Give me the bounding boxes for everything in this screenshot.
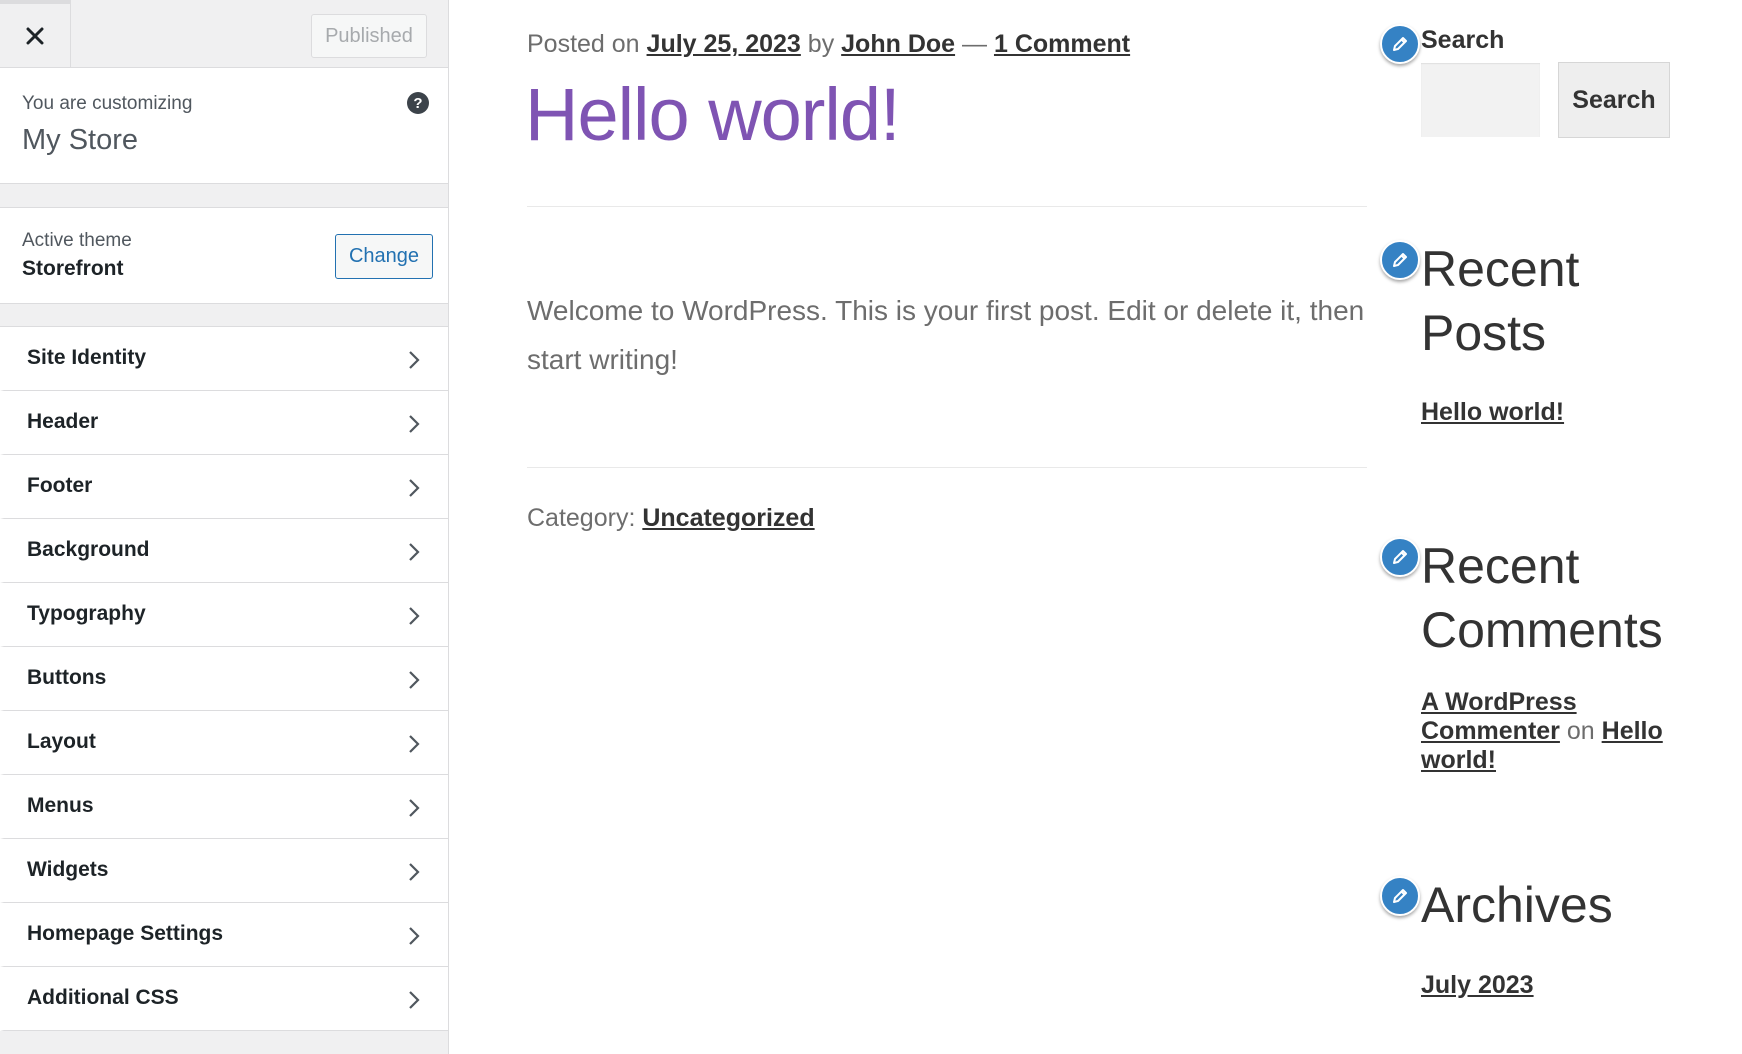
category-link[interactable]: Uncategorized	[642, 504, 814, 532]
menu-item-additional-css[interactable]: Additional CSS	[0, 967, 448, 1031]
close-customizer-button[interactable]	[0, 0, 71, 67]
chevron-right-icon	[409, 863, 420, 881]
menu-item-widgets[interactable]: Widgets	[0, 839, 448, 903]
menu-item-label: Additional CSS	[27, 986, 179, 1009]
comments-link[interactable]: 1 Comment	[994, 30, 1130, 58]
edit-archives-widget-shortcut[interactable]	[1380, 876, 1420, 916]
edit-search-widget-shortcut[interactable]	[1380, 24, 1420, 64]
category-label: Category:	[527, 504, 636, 532]
pencil-icon	[1393, 550, 1407, 564]
menu-item-layout[interactable]: Layout	[0, 711, 448, 775]
post-category: Category: Uncategorized	[527, 504, 815, 533]
recent-comment-item: A WordPress Commenter on Hello world!	[1421, 688, 1671, 775]
chevron-right-icon	[409, 351, 420, 369]
post-divider	[527, 467, 1367, 468]
post-meta: Posted on July 25, 2023 by John Doe — 1 …	[527, 30, 1130, 59]
help-icon[interactable]: ?	[407, 92, 429, 114]
active-theme-label: Active theme	[22, 230, 132, 251]
comment-author-link[interactable]: A WordPress Commenter	[1421, 688, 1577, 745]
posted-on-prefix: Posted on	[527, 30, 640, 58]
store-name: My Store	[22, 124, 139, 156]
customizer-menu: Site Identity Header Footer Background T…	[0, 326, 448, 1031]
menu-item-label: Widgets	[27, 858, 109, 881]
customizer-info: You are customizing My Store ?	[0, 68, 448, 184]
chevron-right-icon	[409, 607, 420, 625]
chevron-right-icon	[409, 991, 420, 1009]
pencil-icon	[1393, 37, 1407, 51]
archives-title: Archives	[1421, 877, 1613, 933]
menu-item-label: Background	[27, 538, 150, 561]
by-text: by	[807, 30, 835, 58]
menu-item-label: Menus	[27, 794, 94, 817]
published-button[interactable]: Published	[311, 14, 427, 58]
edit-recent-posts-widget-shortcut[interactable]	[1380, 240, 1420, 280]
menu-item-label: Layout	[27, 730, 96, 753]
site-preview: Posted on July 25, 2023 by John Doe — 1 …	[449, 0, 1742, 1054]
customizing-label: You are customizing	[22, 93, 193, 114]
menu-item-label: Header	[27, 410, 99, 433]
active-theme-section: Active theme Storefront Change	[0, 207, 448, 304]
chevron-right-icon	[409, 543, 420, 561]
meta-separator: —	[962, 30, 988, 58]
theme-name: Storefront	[22, 257, 124, 280]
search-widget-title: Search	[1421, 26, 1505, 54]
chevron-right-icon	[409, 671, 420, 689]
pencil-icon	[1393, 889, 1407, 903]
menu-item-site-identity[interactable]: Site Identity	[0, 327, 448, 391]
post-author-link[interactable]: John Doe	[841, 30, 955, 58]
menu-item-background[interactable]: Background	[0, 519, 448, 583]
menu-item-label: Typography	[27, 602, 146, 625]
menu-item-label: Footer	[27, 474, 93, 497]
menu-item-footer[interactable]: Footer	[0, 455, 448, 519]
chevron-right-icon	[409, 799, 420, 817]
close-icon	[26, 27, 44, 44]
chevron-right-icon	[409, 735, 420, 753]
menu-item-header[interactable]: Header	[0, 391, 448, 455]
menu-item-label: Homepage Settings	[27, 922, 224, 945]
comment-on-text: on	[1566, 717, 1595, 745]
menu-item-label: Buttons	[27, 666, 107, 689]
edit-recent-comments-widget-shortcut[interactable]	[1380, 537, 1420, 577]
post-title[interactable]: Hello world!	[525, 72, 901, 157]
post-date-link[interactable]: July 25, 2023	[647, 30, 801, 58]
recent-posts-title: Recent Posts	[1421, 241, 1580, 361]
pencil-icon	[1393, 253, 1407, 267]
menu-item-homepage-settings[interactable]: Homepage Settings	[0, 903, 448, 967]
menu-item-buttons[interactable]: Buttons	[0, 647, 448, 711]
customizer-sidebar: Published You are customizing My Store ?…	[0, 0, 449, 1054]
menu-item-label: Site Identity	[27, 346, 147, 369]
menu-item-typography[interactable]: Typography	[0, 583, 448, 647]
recent-comments-title: Recent Comments	[1421, 538, 1663, 658]
customizer-header: Published	[0, 0, 448, 68]
archive-link[interactable]: July 2023	[1421, 971, 1534, 1000]
recent-post-link[interactable]: Hello world!	[1421, 398, 1564, 427]
menu-item-menus[interactable]: Menus	[0, 775, 448, 839]
post-divider	[527, 206, 1367, 207]
chevron-right-icon	[409, 927, 420, 945]
chevron-right-icon	[409, 415, 420, 433]
search-button[interactable]: Search	[1558, 62, 1670, 138]
search-input[interactable]	[1421, 63, 1540, 137]
change-theme-button[interactable]: Change	[335, 234, 433, 279]
post-content: Welcome to WordPress. This is your first…	[527, 295, 1365, 375]
chevron-right-icon	[409, 479, 420, 497]
